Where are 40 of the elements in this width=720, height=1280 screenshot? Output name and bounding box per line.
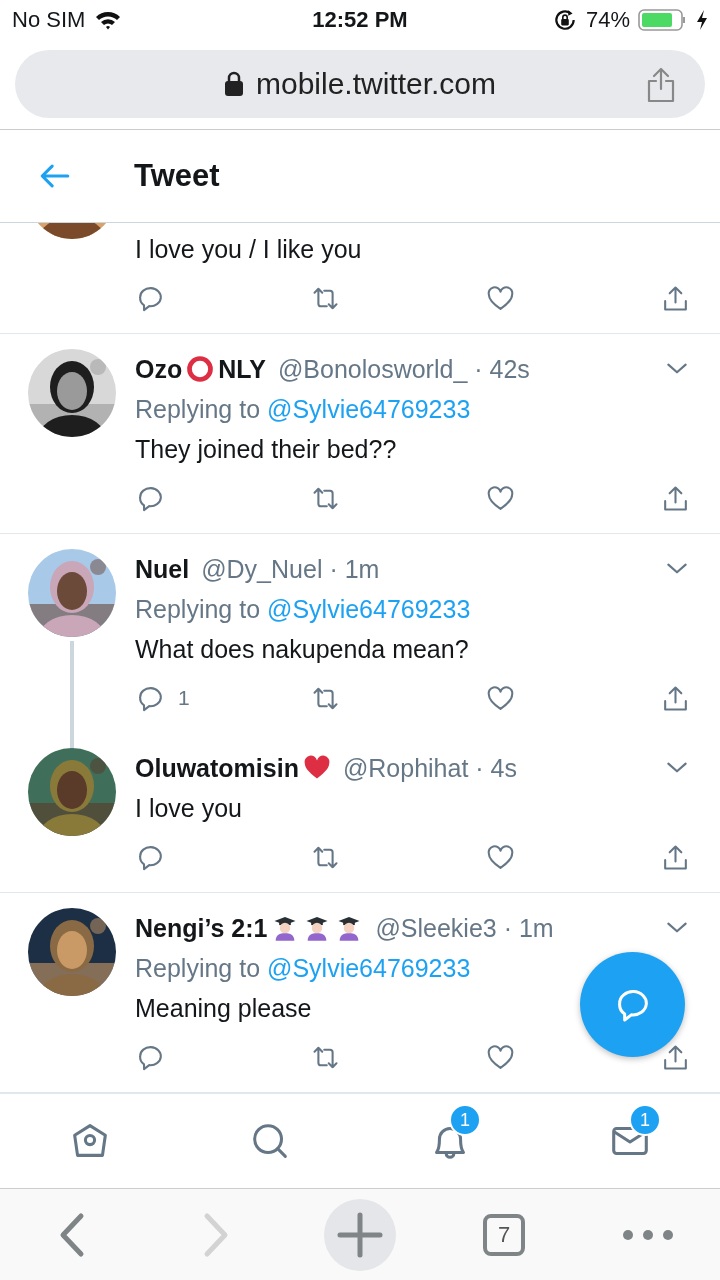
lock-icon [223, 71, 244, 97]
ring-icon [186, 355, 215, 383]
count-badge: 1 [449, 1104, 481, 1136]
more-button[interactable] [622, 1228, 674, 1241]
count-badge: 1 [629, 1104, 661, 1136]
mention-link[interactable]: @Sylvie64769233 [267, 395, 471, 423]
tweet-text: They joined their bed?? [135, 434, 397, 465]
charging-icon [696, 9, 708, 31]
mention-link[interactable]: @Sylvie64769233 [267, 595, 471, 623]
author-name: Oluwatomisin [135, 753, 299, 783]
author-name: Nuel [135, 554, 190, 584]
handle-time: @Dy_Nuel · 1m [201, 554, 380, 584]
author-name: Ozo [135, 354, 183, 384]
wifi-icon [95, 10, 122, 30]
tweet-text: I love you [135, 793, 242, 824]
author-name: NLY [218, 354, 266, 384]
handle-time: @Sleekie3 · 1m [375, 913, 554, 943]
compose-button[interactable] [580, 952, 685, 1057]
page-title: Tweet [134, 158, 220, 194]
mail-tab[interactable]: 1 [593, 1104, 667, 1164]
bell-tab[interactable]: 1 [413, 1104, 487, 1164]
tweet-text: I love you / I like you [135, 234, 362, 265]
reply-context: Replying to @Sylvie64769233 [135, 394, 471, 425]
battery-percent: 74% [585, 7, 630, 33]
battery-icon [638, 8, 688, 32]
carrier: No SIM [12, 7, 86, 33]
author-name: Nengi’s 2:1 [135, 913, 268, 943]
address-bar[interactable]: mobile.twitter.com [15, 50, 705, 118]
clock: 12:52 PM [312, 7, 408, 33]
share-icon[interactable] [645, 67, 677, 103]
reply-context: Replying to @Sylvie64769233 [135, 953, 471, 984]
reply-count: 1 [178, 686, 190, 710]
tweet-text: Meaning please [135, 993, 312, 1024]
tabs-button[interactable]: 7 [483, 1213, 525, 1256]
handle-time: @Rophihat · 4s [342, 753, 517, 783]
reply-context: Replying to @Sylvie64769233 [135, 594, 471, 625]
handle-time: @Bonolosworld_ · 42s [277, 354, 530, 384]
mention-link[interactable]: @Sylvie64769233 [267, 954, 471, 982]
tweet-text: What does nakupenda mean? [135, 634, 469, 665]
url-text: mobile.twitter.com [255, 67, 497, 101]
